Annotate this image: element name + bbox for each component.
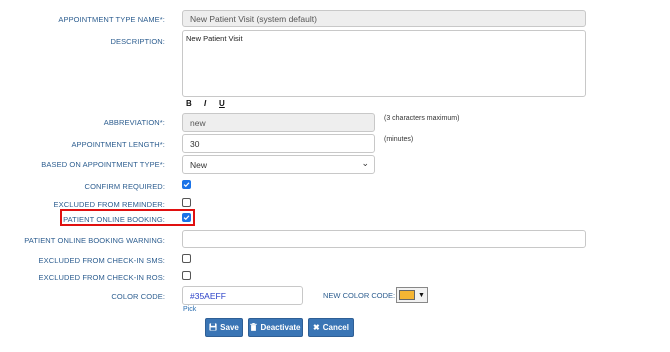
new-color-code-label: NEW COLOR CODE: [323, 291, 396, 300]
cancel-button[interactable]: ✖ Cancel [308, 318, 354, 337]
save-button-label: Save [220, 323, 239, 332]
italic-button[interactable]: I [204, 99, 206, 108]
trash-icon [250, 322, 258, 333]
appointment-length-field[interactable]: 30 [182, 134, 375, 153]
check-icon [183, 182, 190, 188]
based-on-type-label: BASED ON APPOINTMENT TYPE*: [41, 160, 165, 169]
pick-color-link[interactable]: Pick [183, 306, 196, 313]
appointment-type-name-value: New Patient Visit (system default) [190, 13, 317, 24]
excluded-from-reminder-label: EXCLUDED FROM REMINDER: [53, 200, 165, 209]
close-icon: ✖ [313, 323, 320, 332]
deactivate-button-label: Deactivate [260, 323, 301, 332]
color-code-field[interactable]: #35AEFF [182, 286, 303, 305]
save-button[interactable]: Save [205, 318, 243, 337]
appointment-length-value: 30 [190, 138, 200, 149]
appointment-length-note: (minutes) [384, 136, 414, 143]
abbreviation-label: ABBREVIATION*: [103, 118, 165, 127]
abbreviation-field[interactable]: new [182, 113, 375, 132]
confirm-required-checkbox[interactable] [182, 180, 191, 189]
color-swatch [399, 290, 415, 300]
appointment-type-name-label: APPOINTMENT TYPE NAME*: [58, 15, 165, 24]
online-booking-warning-field[interactable] [182, 230, 586, 248]
color-code-value: #35AEFF [190, 290, 226, 301]
excluded-checkin-sms-label: EXCLUDED FROM CHECK-IN SMS: [38, 256, 165, 265]
description-label: DESCRIPTION: [110, 37, 165, 46]
check-icon [183, 215, 190, 221]
bold-button[interactable]: B [186, 99, 192, 108]
online-booking-warning-label: PATIENT ONLINE BOOKING WARNING: [24, 236, 165, 245]
patient-online-booking-checkbox[interactable] [182, 213, 191, 222]
based-on-type-select[interactable]: New ⌄ [182, 155, 375, 174]
description-value: New Patient Visit [186, 34, 243, 43]
based-on-type-value: New [190, 159, 208, 170]
appointment-type-name-field[interactable]: New Patient Visit (system default) [182, 10, 586, 27]
new-color-picker[interactable]: ▼ [396, 287, 428, 303]
cancel-button-label: Cancel [322, 323, 349, 332]
patient-online-booking-label: PATIENT ONLINE BOOKING: [63, 215, 165, 224]
excluded-checkin-ros-checkbox[interactable] [182, 271, 191, 280]
abbreviation-note: (3 characters maximum) [384, 115, 460, 122]
underline-button[interactable]: U [219, 99, 225, 108]
description-textarea[interactable]: New Patient Visit [182, 30, 586, 97]
floppy-disk-icon [209, 322, 217, 333]
deactivate-button[interactable]: Deactivate [248, 318, 303, 337]
caret-down-icon: ▼ [418, 291, 425, 299]
excluded-from-reminder-checkbox[interactable] [182, 198, 191, 207]
excluded-checkin-sms-checkbox[interactable] [182, 254, 191, 263]
abbreviation-value: new [190, 117, 206, 128]
confirm-required-label: CONFIRM REQUIRED: [84, 182, 165, 191]
color-code-label: COLOR CODE: [111, 292, 165, 301]
chevron-down-icon: ⌄ [361, 158, 369, 168]
excluded-checkin-ros-label: EXCLUDED FROM CHECK-IN ROS: [38, 273, 165, 282]
appointment-length-label: APPOINTMENT LENGTH*: [71, 140, 165, 149]
